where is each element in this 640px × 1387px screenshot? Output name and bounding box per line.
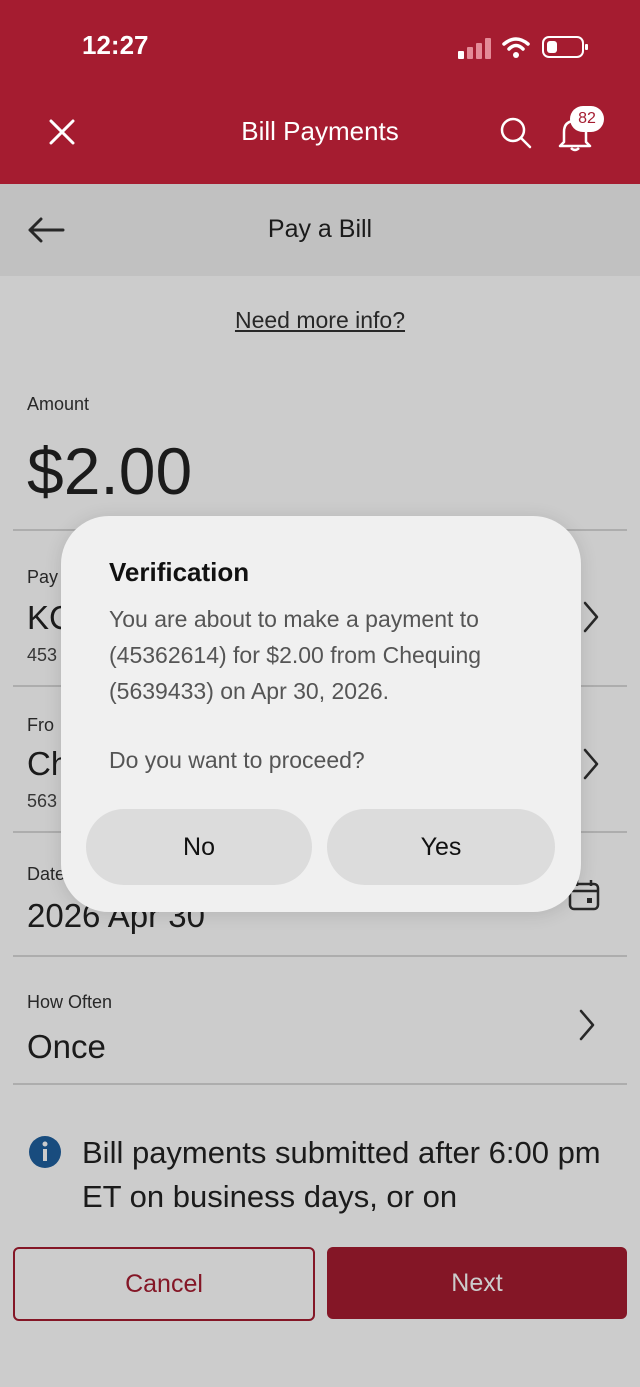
notifications-button[interactable]: 82 [556,106,606,154]
header-title: Bill Payments [241,116,399,146]
battery-icon [542,36,588,58]
app-header: Bill Payments 82 [0,90,640,184]
wifi-icon [502,37,530,58]
verification-dialog: Verification You are about to make a pay… [61,516,581,912]
dialog-title: Verification [109,557,250,587]
yes-button[interactable]: Yes [327,809,555,885]
status-bar: 12:27 [0,0,640,90]
signal-icon [458,38,491,59]
search-icon[interactable] [499,116,533,150]
dialog-question: Do you want to proceed? [109,747,365,773]
no-button[interactable]: No [86,809,312,885]
notification-badge: 82 [570,106,604,132]
status-time: 12:27 [82,30,149,60]
dialog-message: You are about to make a payment to (4536… [109,606,482,704]
